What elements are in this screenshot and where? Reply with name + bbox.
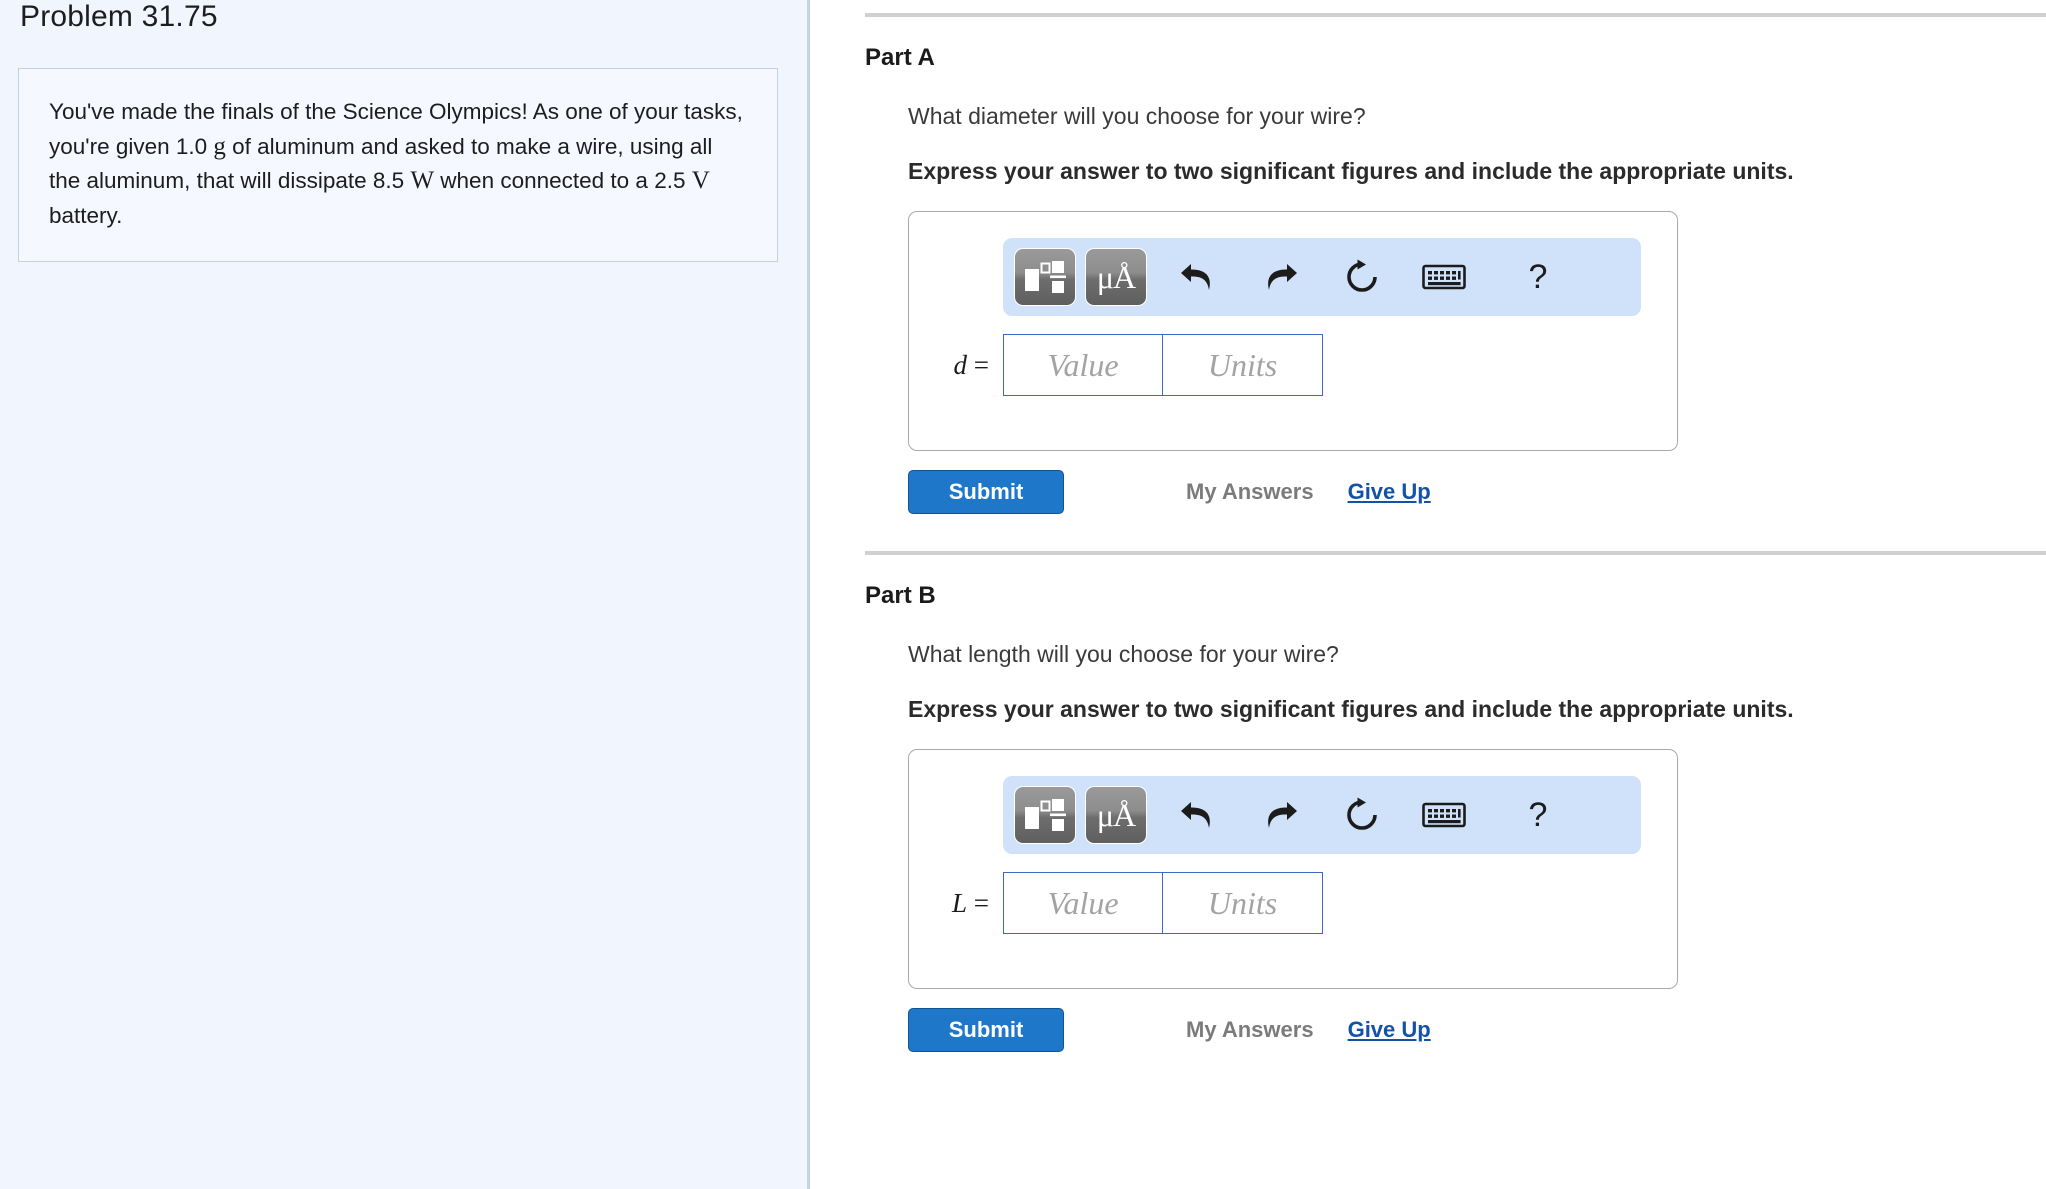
- statement-seg-6: battery.: [49, 202, 123, 228]
- undo-icon[interactable]: [1167, 248, 1229, 306]
- redo-glyph: [1268, 802, 1297, 828]
- reset-glyph: [1347, 259, 1377, 292]
- answer-panel: Part A What diameter will you choose for…: [810, 0, 2046, 1189]
- undo-icon[interactable]: [1167, 786, 1229, 844]
- statement-seg-4: when connected to a 2.5: [434, 168, 692, 193]
- units-micro-angstrom-icon[interactable]: μÅ: [1085, 786, 1147, 844]
- undo-glyph: [1181, 264, 1210, 290]
- part-b-answer-box: μÅ ? L = Value Units: [908, 749, 1678, 989]
- statement-math-w: W: [410, 167, 435, 194]
- keyboard-icon[interactable]: [1413, 248, 1475, 306]
- part-a-units-placeholder: Units: [1207, 346, 1278, 383]
- statement-math-v: V: [691, 167, 710, 194]
- part-b-value-input[interactable]: Value: [1003, 872, 1163, 934]
- redo-icon[interactable]: [1249, 786, 1311, 844]
- units-micro-angstrom-label: μÅ: [1096, 797, 1136, 833]
- part-a-submit-button[interactable]: Submit: [908, 470, 1064, 514]
- part-a-submit-row: Submit My Answers Give Up: [908, 470, 1431, 514]
- part-b-submit-button[interactable]: Submit: [908, 1008, 1064, 1052]
- problem-statement-text: You've made the finals of the Science Ol…: [49, 95, 747, 233]
- undo-glyph: [1181, 802, 1210, 828]
- keyboard-glyph: [1422, 802, 1466, 828]
- part-a-toolbar: μÅ ?: [1003, 238, 1641, 316]
- part-a-give-up-link[interactable]: Give Up: [1348, 479, 1431, 505]
- part-a-variable-label: d =: [909, 350, 1003, 381]
- part-b-heading: Part B: [865, 582, 936, 609]
- part-a-units-input[interactable]: Units: [1163, 334, 1323, 396]
- math-templates-glyph: [1025, 799, 1066, 831]
- part-b-input-row: L = Value Units: [909, 872, 1677, 934]
- math-templates-glyph: [1025, 261, 1066, 293]
- part-b-my-answers[interactable]: My Answers: [1186, 1017, 1314, 1043]
- keyboard-icon[interactable]: [1413, 786, 1475, 844]
- part-a-question: What diameter will you choose for your w…: [908, 103, 1366, 129]
- math-templates-icon[interactable]: [1014, 248, 1076, 306]
- part-a-input-row: d = Value Units: [909, 334, 1677, 396]
- page-title: Problem 31.75: [20, 0, 218, 33]
- part-b-variable: L: [951, 887, 968, 918]
- section-divider: [865, 551, 2046, 555]
- part-a-instruction: Express your answer to two significant f…: [908, 158, 1794, 184]
- section-divider: [865, 13, 2046, 17]
- part-b-variable-label: L =: [909, 888, 1003, 919]
- part-b-instruction: Express your answer to two significant f…: [908, 696, 1794, 722]
- part-a-variable: d: [953, 349, 968, 380]
- part-b-question: What length will you choose for your wir…: [908, 641, 1339, 667]
- reset-icon[interactable]: [1331, 786, 1393, 844]
- part-b-give-up-link[interactable]: Give Up: [1348, 1017, 1431, 1043]
- part-b-units-placeholder: Units: [1207, 884, 1278, 921]
- reset-icon[interactable]: [1331, 248, 1393, 306]
- part-a-answer-box: μÅ ? d = Value Units: [908, 211, 1678, 451]
- redo-icon[interactable]: [1249, 248, 1311, 306]
- part-a-my-answers[interactable]: My Answers: [1186, 479, 1314, 505]
- statement-math-g: g: [213, 132, 226, 160]
- help-label: ?: [1528, 795, 1548, 834]
- redo-glyph: [1268, 264, 1297, 290]
- part-b-units-input[interactable]: Units: [1163, 872, 1323, 934]
- problem-panel: Problem 31.75 You've made the finals of …: [0, 0, 810, 1189]
- reset-glyph: [1347, 797, 1377, 830]
- part-a-value-placeholder: Value: [1047, 346, 1119, 383]
- part-b-submit-row: Submit My Answers Give Up: [908, 1008, 1431, 1052]
- units-micro-angstrom-label: μÅ: [1096, 259, 1136, 295]
- problem-statement-box: You've made the finals of the Science Ol…: [18, 68, 778, 262]
- help-icon[interactable]: ?: [1507, 248, 1569, 306]
- keyboard-glyph: [1422, 264, 1466, 290]
- part-a-heading: Part A: [865, 44, 935, 71]
- math-templates-icon[interactable]: [1014, 786, 1076, 844]
- part-b-value-placeholder: Value: [1047, 884, 1119, 921]
- help-icon[interactable]: ?: [1507, 786, 1569, 844]
- part-b-toolbar: μÅ ?: [1003, 776, 1641, 854]
- units-micro-angstrom-icon[interactable]: μÅ: [1085, 248, 1147, 306]
- help-label: ?: [1528, 257, 1548, 296]
- part-b-equals: =: [973, 887, 989, 918]
- part-a-equals: =: [973, 349, 989, 380]
- part-a-value-input[interactable]: Value: [1003, 334, 1163, 396]
